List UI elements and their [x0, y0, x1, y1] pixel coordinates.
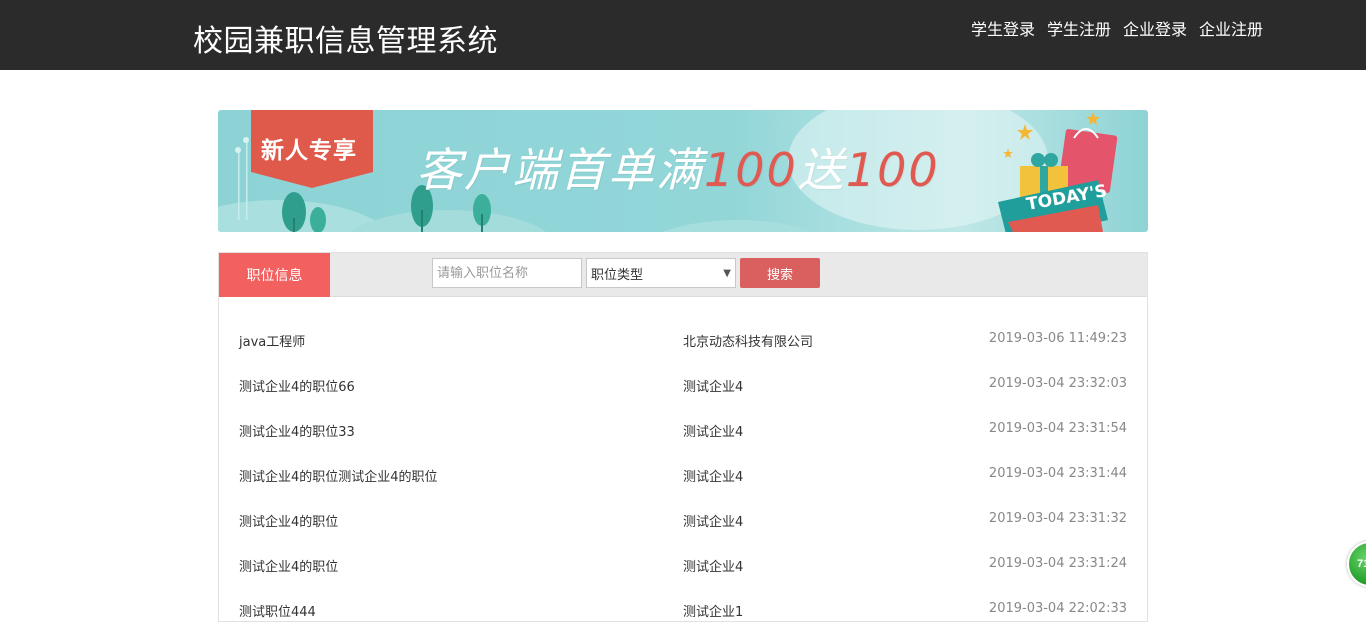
job-row[interactable]: java工程师 北京动态科技有限公司 2019-03-06 11:49:23: [219, 317, 1147, 362]
job-title[interactable]: 测试企业4的职位33: [239, 421, 355, 440]
job-title[interactable]: 测试企业4的职位测试企业4的职位: [239, 466, 438, 485]
job-title[interactable]: 测试企业4的职位: [239, 511, 338, 530]
top-nav: 学生登录 学生注册 企业登录 企业注册: [971, 16, 1263, 40]
job-panel: 职位信息 职位类型 ▼ 搜索 java工程师 北京动态科技有限公司 2019-0…: [218, 252, 1148, 622]
job-company: 测试企业4: [683, 425, 744, 440]
chevron-down-icon: ▼: [723, 267, 731, 279]
job-row[interactable]: 测试企业4的职位测试企业4的职位 测试企业4 2019-03-04 23:31:…: [219, 452, 1147, 497]
job-title[interactable]: 测试职位444: [239, 601, 316, 620]
job-company: 测试企业4: [683, 380, 744, 395]
job-title[interactable]: java工程师: [239, 331, 305, 350]
nav-company-login[interactable]: 企业登录: [1123, 16, 1187, 40]
job-title[interactable]: 测试企业4的职位66: [239, 376, 355, 395]
job-company: 北京动态科技有限公司: [683, 335, 814, 350]
job-row[interactable]: 测试企业4的职位 测试企业4 2019-03-04 23:31:24: [219, 542, 1147, 587]
promo-banner[interactable]: 新人专享 客户端首单满100送100 TODAY'S: [218, 110, 1148, 232]
job-row[interactable]: 测试职位444 测试企业1 2019-03-04 22:02:33: [219, 587, 1147, 632]
job-company: 测试企业4: [683, 560, 744, 575]
slogan-prefix: 客户端首单满: [416, 143, 704, 197]
job-time: 2019-03-04 23:31:44: [988, 466, 1127, 481]
slogan-mid: 送: [797, 143, 846, 197]
slogan-num2: 100: [845, 143, 940, 197]
job-toolbar: 职位信息 职位类型 ▼ 搜索: [219, 253, 1147, 297]
job-time: 2019-03-04 23:31:54: [988, 421, 1127, 436]
job-company: 测试企业4: [683, 515, 744, 530]
nav-company-register[interactable]: 企业注册: [1199, 16, 1263, 40]
job-company: 测试企业4: [683, 470, 744, 485]
job-type-select[interactable]: 职位类型 ▼: [586, 258, 736, 288]
top-navbar: 校园兼职信息管理系统 学生登录 学生注册 企业登录 企业注册: [0, 0, 1366, 70]
job-title[interactable]: 测试企业4的职位: [239, 556, 338, 575]
nav-student-login[interactable]: 学生登录: [971, 16, 1035, 40]
job-row[interactable]: 测试企业4的职位 测试企业4 2019-03-04 23:31:32: [219, 497, 1147, 542]
job-time: 2019-03-06 11:49:23: [988, 331, 1127, 346]
job-time: 2019-03-04 23:32:03: [988, 376, 1127, 391]
tab-job-info[interactable]: 职位信息: [219, 253, 330, 297]
job-list: java工程师 北京动态科技有限公司 2019-03-06 11:49:23 测…: [219, 317, 1147, 632]
floating-status-badge[interactable]: 71: [1347, 541, 1366, 587]
job-row[interactable]: 测试企业4的职位66 测试企业4 2019-03-04 23:32:03: [219, 362, 1147, 407]
job-company: 测试企业1: [683, 605, 744, 620]
job-time: 2019-03-04 23:31:32: [988, 511, 1127, 526]
banner-slogan: 客户端首单满100送100: [416, 134, 940, 200]
nav-student-register[interactable]: 学生注册: [1047, 16, 1111, 40]
job-time: 2019-03-04 23:31:24: [988, 556, 1127, 571]
slogan-num1: 100: [704, 143, 798, 197]
search-button[interactable]: 搜索: [740, 258, 820, 288]
site-title: 校园兼职信息管理系统: [193, 24, 498, 59]
job-type-select-value: 职位类型: [591, 267, 644, 283]
job-name-search-input[interactable]: [432, 258, 582, 288]
banner-tag: 新人专享: [261, 138, 357, 164]
job-row[interactable]: 测试企业4的职位33 测试企业4 2019-03-04 23:31:54: [219, 407, 1147, 452]
